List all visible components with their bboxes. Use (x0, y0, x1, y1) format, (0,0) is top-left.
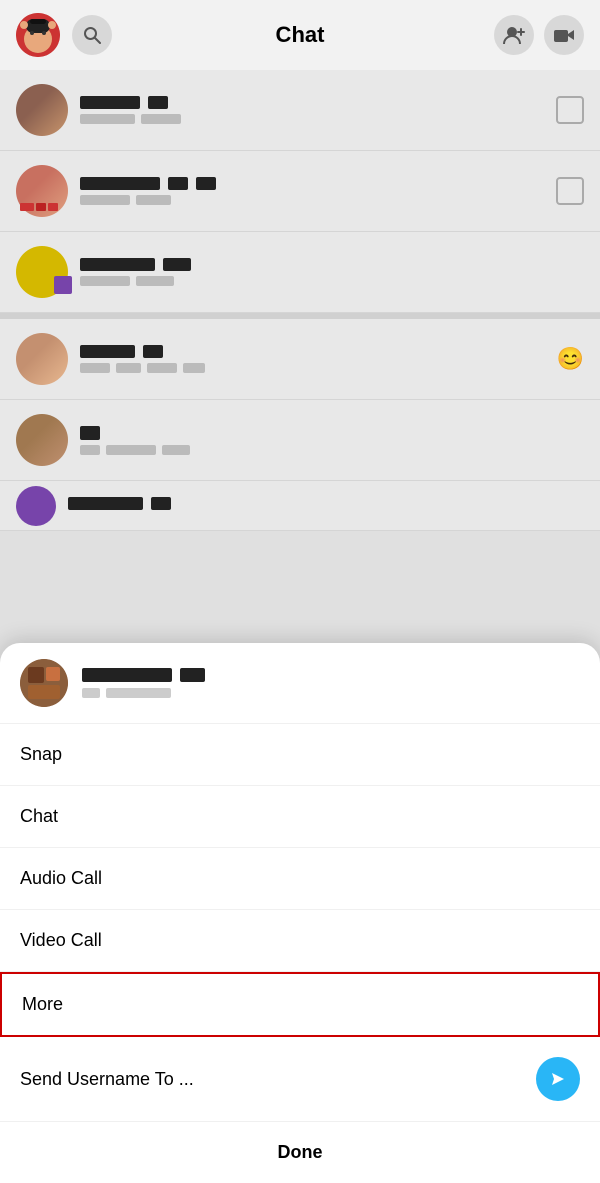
chat-info (80, 345, 584, 373)
chat-info (80, 426, 584, 455)
send-username-row[interactable]: Send Username To ... (0, 1037, 600, 1122)
chat-avatar (16, 333, 68, 385)
menu-item-more[interactable]: More (0, 972, 600, 1037)
chat-item[interactable]: 😊 (0, 319, 600, 400)
chat-avatar (16, 486, 56, 526)
contact-avatar (20, 659, 68, 707)
chat-avatar (16, 414, 68, 466)
chat-item[interactable] (0, 151, 600, 232)
chat-avatar (16, 84, 68, 136)
chat-item[interactable] (0, 400, 600, 481)
chat-item[interactable] (0, 70, 600, 151)
send-username-button[interactable] (536, 1057, 580, 1101)
chat-info (80, 258, 584, 286)
header-right (494, 15, 584, 55)
avatar[interactable] (16, 13, 60, 57)
camera-button[interactable] (544, 15, 584, 55)
chat-avatar (16, 246, 68, 298)
header-title: Chat (276, 22, 325, 48)
chat-avatar (16, 165, 68, 217)
done-button[interactable]: Done (0, 1122, 600, 1183)
menu-item-video-call[interactable]: Video Call (0, 910, 600, 972)
menu-item-audio-call[interactable]: Audio Call (0, 848, 600, 910)
chat-status-icon (556, 177, 584, 205)
menu-item-snap[interactable]: Snap (0, 724, 600, 786)
menu-item-chat[interactable]: Chat (0, 786, 600, 848)
chat-info (68, 497, 584, 515)
header-left (16, 13, 112, 57)
emoji-badge: 😊 (557, 346, 584, 372)
chat-item[interactable] (0, 232, 600, 313)
chat-status-icon (556, 96, 584, 124)
search-button[interactable] (72, 15, 112, 55)
chat-list-background: 😊 (0, 70, 600, 690)
contact-preview (0, 643, 600, 724)
contact-info (82, 668, 580, 698)
header: Chat (0, 0, 600, 70)
chat-info (80, 177, 556, 205)
bottom-sheet: Snap Chat Audio Call Video Call More Sen… (0, 643, 600, 1183)
chat-item[interactable] (0, 481, 600, 531)
add-friend-button[interactable] (494, 15, 534, 55)
chat-info (80, 96, 556, 124)
